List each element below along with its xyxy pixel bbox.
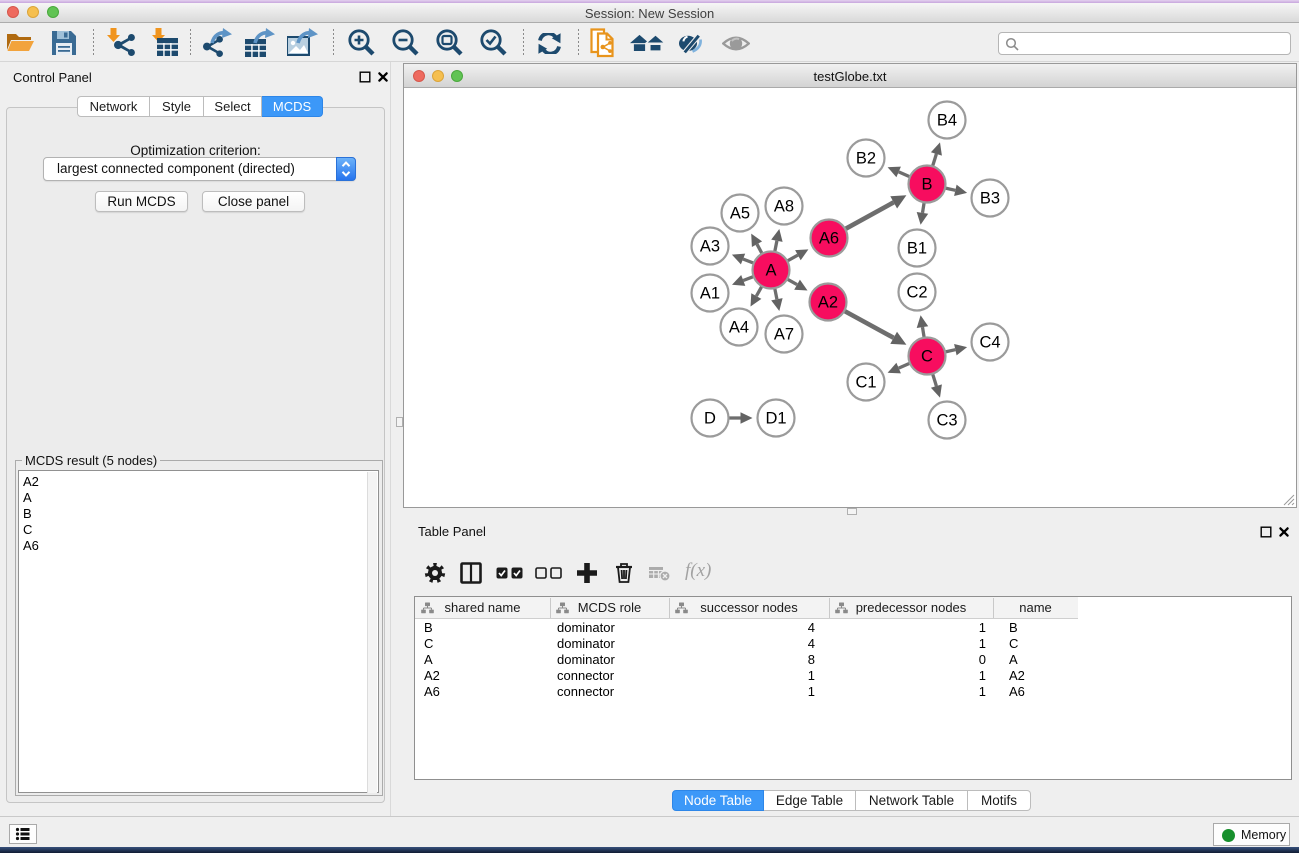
svg-text:D1: D1 bbox=[765, 410, 786, 428]
svg-text:A2: A2 bbox=[818, 294, 838, 312]
svg-text:A8: A8 bbox=[774, 198, 794, 216]
svg-text:B4: B4 bbox=[937, 112, 957, 130]
svg-text:A3: A3 bbox=[700, 238, 720, 256]
svg-text:C3: C3 bbox=[936, 412, 957, 430]
svg-text:C2: C2 bbox=[906, 284, 927, 302]
svg-text:B3: B3 bbox=[980, 190, 1000, 208]
svg-text:A1: A1 bbox=[700, 285, 720, 303]
svg-text:A: A bbox=[765, 262, 776, 280]
svg-text:B: B bbox=[921, 176, 932, 194]
svg-text:C4: C4 bbox=[979, 334, 1000, 352]
svg-text:A6: A6 bbox=[819, 230, 839, 248]
svg-text:B1: B1 bbox=[907, 240, 927, 258]
svg-text:C1: C1 bbox=[855, 374, 876, 392]
svg-text:A4: A4 bbox=[729, 319, 749, 337]
svg-text:A7: A7 bbox=[774, 326, 794, 344]
svg-text:C: C bbox=[921, 348, 933, 366]
svg-text:B2: B2 bbox=[856, 150, 876, 168]
svg-text:A5: A5 bbox=[730, 205, 750, 223]
svg-text:D: D bbox=[704, 410, 716, 428]
